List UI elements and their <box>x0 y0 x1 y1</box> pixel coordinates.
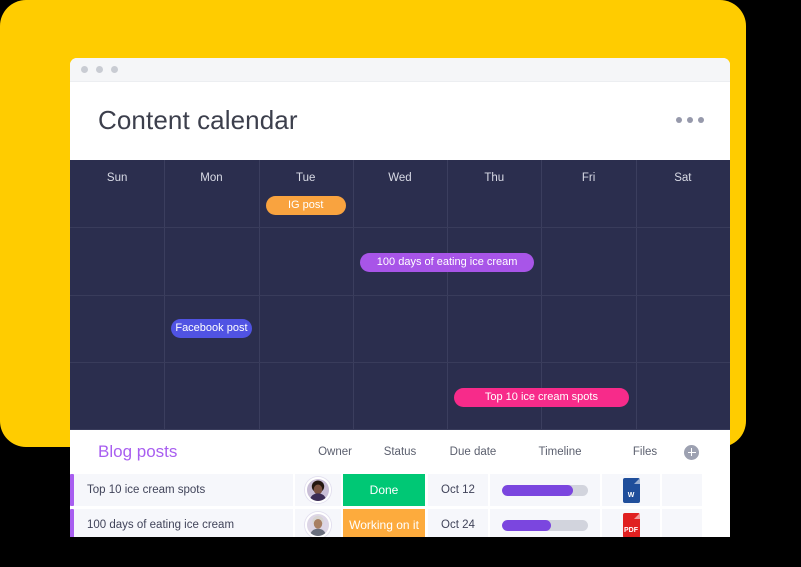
calendar-row-divider <box>70 362 730 363</box>
calendar-day-header-wed: Wed <box>388 172 412 184</box>
window-titlebar <box>70 58 730 82</box>
cell-due-date[interactable]: Oct 24 <box>428 509 488 537</box>
page-title: Content calendar <box>98 104 298 135</box>
add-column-button[interactable] <box>684 444 699 460</box>
file-w-icon[interactable]: W <box>622 477 640 503</box>
screenshot-stage: Content calendar Sun Mon Tue Wed Thu Fri Sat I… <box>0 0 801 567</box>
calendar-event[interactable]: Facebook post <box>171 319 252 338</box>
calendar-event[interactable]: 100 days of eating ice cream <box>359 253 535 272</box>
calendar-day-header-tue: Tue <box>296 172 316 184</box>
cell-files[interactable]: W <box>602 474 660 506</box>
window-dot-minimize-icon[interactable] <box>96 66 103 73</box>
avatar[interactable] <box>305 512 331 537</box>
calendar-day-header-fri: Fri <box>581 172 596 184</box>
column-header-timeline[interactable]: Timeline <box>504 446 616 458</box>
status-badge[interactable]: Done <box>343 474 425 506</box>
avatar[interactable] <box>305 477 331 503</box>
calendar-day-header-sun: Sun <box>106 172 128 184</box>
table-row[interactable]: Top 10 ice cream spots Done Oct 12 W <box>70 474 730 506</box>
timeline-fill <box>502 519 552 531</box>
cell-timeline[interactable] <box>490 474 600 506</box>
cell-empty <box>662 509 702 537</box>
cell-owner[interactable] <box>295 509 341 537</box>
calendar-day-header-thu: Thu <box>484 172 505 184</box>
calendar-gridlines <box>70 160 730 430</box>
calendar-day-header-mon: Mon <box>200 172 223 184</box>
cell-due-date[interactable]: Oct 12 <box>428 474 488 506</box>
timeline-track <box>502 484 588 496</box>
status-badge[interactable]: Working on it <box>343 509 425 537</box>
cell-files[interactable]: PDF <box>602 509 660 537</box>
table-row[interactable]: 100 days of eating ice cream Working on i… <box>70 509 730 537</box>
calendar-event[interactable]: IG post <box>265 196 346 215</box>
column-header-files[interactable]: Files <box>616 446 674 458</box>
cell-timeline[interactable] <box>490 509 600 537</box>
cell-empty <box>662 474 702 506</box>
timeline-track <box>502 519 588 531</box>
board-panel: Blog posts Owner Status Due date Timelin… <box>70 430 730 537</box>
window-dot-maximize-icon[interactable] <box>111 66 118 73</box>
column-header-due-date[interactable]: Due date <box>442 446 504 458</box>
column-header-owner[interactable]: Owner <box>312 446 358 458</box>
page-header: Content calendar <box>70 82 730 158</box>
board-group-title: Blog posts <box>98 442 178 461</box>
file-pdf-icon[interactable]: PDF <box>622 512 640 537</box>
column-header-status[interactable]: Status <box>358 446 442 458</box>
window-dot-close-icon[interactable] <box>81 66 88 73</box>
board-header-row: Blog posts Owner Status Due date Timelin… <box>70 430 730 474</box>
calendar-grid: Sun Mon Tue Wed Thu Fri Sat IG post 100 days of… <box>70 160 730 430</box>
calendar-event[interactable]: Top 10 ice cream spots <box>454 388 629 407</box>
board-rows: Top 10 ice cream spots Done Oct 12 W 100 day… <box>70 474 730 537</box>
cell-item-name[interactable]: Top 10 ice cream spots <box>74 474 293 506</box>
calendar-day-header-sat: Sat <box>674 172 692 184</box>
calendar-row-divider <box>70 295 730 296</box>
cell-item-name[interactable]: 100 days of eating ice cream <box>74 509 293 537</box>
timeline-fill <box>502 484 573 496</box>
cell-owner[interactable] <box>295 474 341 506</box>
calendar-row-divider <box>70 227 730 228</box>
more-options-icon[interactable] <box>676 117 704 123</box>
